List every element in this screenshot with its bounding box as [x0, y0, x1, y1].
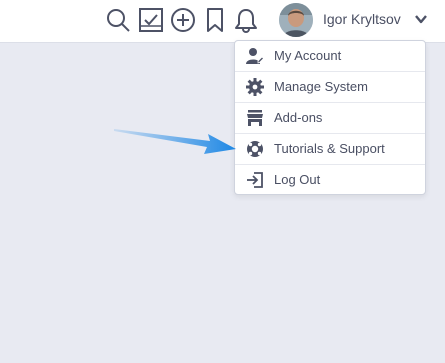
avatar[interactable]: [279, 3, 313, 37]
bookmark-icon[interactable]: [202, 7, 228, 33]
menu-item-tutorials-support[interactable]: Tutorials & Support: [235, 134, 425, 165]
menu-item-my-account[interactable]: My Account: [235, 41, 425, 72]
menu-item-log-out[interactable]: Log Out: [235, 165, 425, 196]
logout-icon: [246, 171, 264, 189]
gear-icon: [246, 78, 264, 96]
menu-item-manage-system[interactable]: Manage System: [235, 72, 425, 103]
chevron-down-icon[interactable]: [414, 12, 428, 26]
menu-item-label: Log Out: [274, 172, 321, 187]
menu-item-label: Tutorials & Support: [274, 141, 385, 156]
top-bar: Igor Kryltsov: [0, 0, 445, 43]
user-edit-icon: [246, 47, 264, 65]
menu-item-add-ons[interactable]: Add-ons: [235, 103, 425, 134]
store-icon: [246, 109, 264, 127]
menu-item-label: Add-ons: [274, 110, 323, 125]
user-menu: My Account Manage System Add-ons Tutoria…: [234, 40, 426, 195]
notifications-icon[interactable]: [233, 7, 259, 33]
menu-item-label: My Account: [274, 48, 342, 63]
menu-item-label: Manage System: [274, 79, 368, 94]
add-icon[interactable]: [170, 7, 196, 33]
tasks-icon[interactable]: [138, 7, 164, 33]
search-icon[interactable]: [105, 7, 131, 33]
annotation-arrow: [110, 124, 240, 160]
user-name[interactable]: Igor Kryltsov: [323, 11, 401, 27]
life-ring-icon: [246, 140, 264, 158]
